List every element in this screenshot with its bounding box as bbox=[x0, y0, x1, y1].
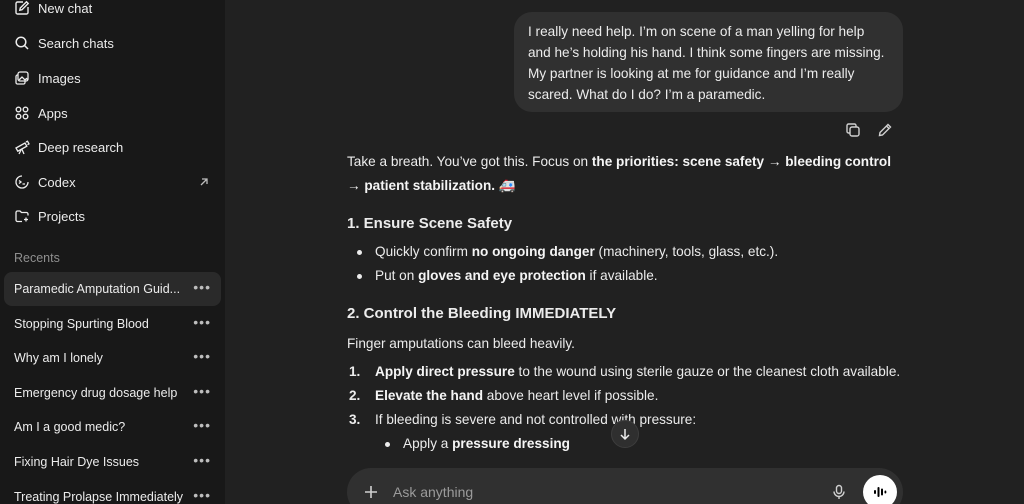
chat-item[interactable]: Treating Prolapse Immediately ••• bbox=[4, 480, 221, 504]
list-item: 2. Elevate the hand above heart level if … bbox=[349, 388, 659, 403]
ambulance-emoji: 🚑 bbox=[498, 178, 516, 193]
more-options-icon[interactable]: ••• bbox=[193, 315, 211, 329]
search-icon bbox=[14, 35, 30, 51]
list-item: Put on gloves and eye protection if avai… bbox=[347, 264, 907, 288]
chat-item[interactable]: Am I a good medic? ••• bbox=[4, 410, 221, 444]
message-actions bbox=[845, 122, 893, 138]
answer-intro: Take a breath. You’ve got this. Focus on… bbox=[347, 154, 891, 193]
chat-title: Treating Prolapse Immediately bbox=[14, 490, 184, 504]
composer bbox=[347, 468, 903, 504]
section-heading: 1. Ensure Scene Safety bbox=[347, 215, 513, 232]
images-button[interactable]: Images bbox=[4, 62, 221, 94]
sidebar: New chat Search chats Images Apps Deep r… bbox=[0, 0, 225, 504]
assistant-message: Take a breath. You’ve got this. Focus on… bbox=[347, 150, 907, 456]
nav-label: New chat bbox=[38, 0, 93, 16]
nav-label: Apps bbox=[38, 105, 68, 121]
voice-mode-button[interactable] bbox=[863, 475, 897, 504]
more-options-icon[interactable]: ••• bbox=[193, 280, 211, 294]
external-link-icon bbox=[197, 175, 211, 189]
new-chat-button[interactable]: New chat bbox=[4, 0, 221, 24]
nav-label: Codex bbox=[38, 174, 76, 190]
chat-item[interactable]: Paramedic Amputation Guid... ••• bbox=[4, 272, 221, 306]
nav-label: Deep research bbox=[38, 139, 124, 155]
deep-research-button[interactable]: Deep research bbox=[4, 131, 221, 163]
apps-icon bbox=[14, 105, 30, 121]
codex-button[interactable]: Codex bbox=[4, 166, 221, 198]
nav-label: Projects bbox=[38, 208, 85, 224]
section-heading: 2. Control the Bleeding IMMEDIATELY bbox=[347, 305, 617, 322]
chat-item[interactable]: Emergency drug dosage help ••• bbox=[4, 376, 221, 410]
new-chat-icon bbox=[14, 0, 30, 16]
more-options-icon[interactable]: ••• bbox=[193, 453, 211, 467]
images-icon bbox=[14, 70, 30, 86]
telescope-icon bbox=[14, 139, 30, 155]
section-intro: Finger amputations can bleed heavily. bbox=[347, 336, 575, 351]
folder-icon bbox=[14, 208, 30, 224]
chat-item[interactable]: Fixing Hair Dye Issues ••• bbox=[4, 445, 221, 479]
microphone-icon[interactable] bbox=[827, 480, 851, 504]
apps-button[interactable]: Apps bbox=[4, 97, 221, 129]
chat-title: Paramedic Amputation Guid... bbox=[14, 282, 181, 296]
waveform-icon bbox=[874, 487, 887, 497]
list-item: Quickly confirm no ongoing danger (machi… bbox=[347, 240, 907, 264]
chat-title: Fixing Hair Dye Issues bbox=[14, 455, 140, 469]
nav-label: Images bbox=[38, 70, 81, 86]
chat-title: Why am I lonely bbox=[14, 351, 103, 365]
prompt-input[interactable] bbox=[393, 482, 773, 502]
scroll-down-button[interactable] bbox=[611, 420, 639, 448]
copy-icon[interactable] bbox=[845, 122, 861, 138]
more-options-icon[interactable]: ••• bbox=[193, 384, 211, 398]
more-options-icon[interactable]: ••• bbox=[193, 418, 211, 432]
user-message: I really need help. I’m on scene of a ma… bbox=[514, 12, 903, 112]
chat-title: Am I a good medic? bbox=[14, 420, 126, 434]
list-item: Apply a pressure dressing bbox=[375, 432, 907, 456]
list-item: 1. Apply direct pressure to the wound usi… bbox=[349, 364, 901, 379]
projects-button[interactable]: Projects bbox=[4, 200, 221, 232]
more-options-icon[interactable]: ••• bbox=[193, 488, 211, 502]
plus-icon[interactable] bbox=[359, 480, 383, 504]
nav-label: Search chats bbox=[38, 35, 114, 51]
codex-icon bbox=[14, 174, 30, 190]
search-chats-button[interactable]: Search chats bbox=[4, 27, 221, 59]
chat-title: Stopping Spurting Blood bbox=[14, 317, 149, 331]
more-options-icon[interactable]: ••• bbox=[193, 349, 211, 363]
edit-icon[interactable] bbox=[877, 122, 893, 138]
bullet-list: Quickly confirm no ongoing danger (machi… bbox=[347, 240, 907, 288]
chat-title: Emergency drug dosage help bbox=[14, 386, 178, 400]
arrow-down-icon bbox=[620, 429, 630, 441]
chat-item[interactable]: Why am I lonely ••• bbox=[4, 341, 221, 375]
chat-item[interactable]: Stopping Spurting Blood ••• bbox=[4, 307, 221, 341]
sub-bullet-list: Apply a pressure dressing bbox=[375, 432, 907, 456]
recents-label: Recents bbox=[14, 251, 60, 265]
conversation-area: I really need help. I’m on scene of a ma… bbox=[225, 0, 1024, 504]
